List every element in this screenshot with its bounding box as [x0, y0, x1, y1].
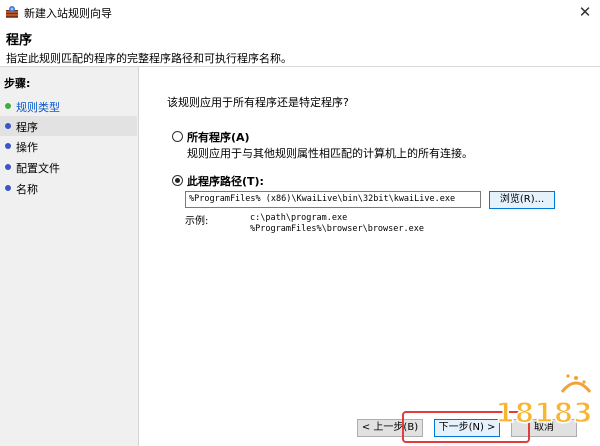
program-path-input[interactable]: %ProgramFiles% (x86)\KwaiLive\bin\32bit\… [185, 191, 481, 208]
example-path-2: %ProgramFiles%\browser\browser.exe [250, 224, 424, 234]
sidebar-item-label: 程序 [16, 121, 38, 134]
page-title: 程序 [6, 33, 33, 48]
this-program-radio[interactable] [172, 175, 183, 186]
sidebar-item-profile[interactable]: 配置文件 [0, 157, 137, 177]
example-label: 示例: [185, 216, 209, 227]
wizard-window: 新建入站规则向导 ✕ 程序 指定此规则匹配的程序的完整程序路径和可执行程序名称。… [0, 0, 600, 446]
firewall-app-icon [6, 6, 18, 18]
all-programs-radio[interactable] [172, 131, 183, 142]
step-status-icon [5, 185, 11, 191]
page-header: 程序 指定此规则匹配的程序的完整程序路径和可执行程序名称。 [0, 24, 600, 68]
this-program-label[interactable]: 此程序路径(T): [187, 173, 264, 189]
steps-label: 步骤: [4, 77, 31, 90]
cancel-button[interactable]: 取消 [511, 419, 577, 437]
scope-question: 该规则应用于所有程序还是特定程序? [167, 96, 349, 109]
example-path-1: c:\path\program.exe [250, 213, 348, 223]
all-programs-label[interactable]: 所有程序(A) [187, 129, 250, 145]
step-status-icon [5, 164, 11, 170]
step-status-icon [5, 143, 11, 149]
next-button[interactable]: 下一步(N) > [434, 419, 500, 437]
window-title: 新建入站规则向导 [24, 7, 112, 20]
back-button[interactable]: < 上一步(B) [357, 419, 423, 437]
close-icon[interactable]: ✕ [574, 2, 596, 22]
sidebar-item-label: 规则类型 [16, 101, 60, 114]
step-status-icon [5, 123, 11, 129]
sidebar-item-program[interactable]: 程序 [0, 116, 137, 136]
browse-button[interactable]: 浏览(R)... [489, 191, 555, 209]
all-programs-description: 规则应用于与其他规则属性相匹配的计算机上的所有连接。 [187, 147, 473, 160]
sidebar-item-action[interactable]: 操作 [0, 136, 137, 156]
main-panel: 该规则应用于所有程序还是特定程序? 所有程序(A) 规则应用于与其他规则属性相匹… [139, 67, 600, 446]
steps-sidebar: 步骤: 规则类型 程序 操作 配置文件 名称 [0, 67, 139, 446]
page-subtitle: 指定此规则匹配的程序的完整程序路径和可执行程序名称。 [6, 52, 292, 65]
sidebar-item-label: 名称 [16, 183, 38, 196]
sidebar-item-label: 操作 [16, 141, 38, 154]
sidebar-item-label: 配置文件 [16, 162, 60, 175]
step-status-icon [5, 103, 11, 109]
sidebar-item-name[interactable]: 名称 [0, 178, 137, 198]
title-bar: 新建入站规则向导 ✕ [0, 0, 600, 24]
sidebar-item-rule-type[interactable]: 规则类型 [0, 96, 137, 116]
